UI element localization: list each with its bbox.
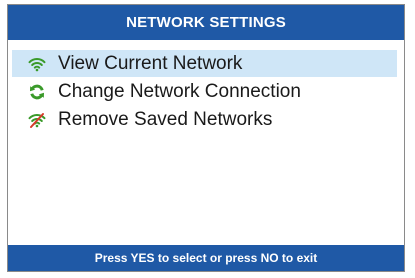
wifi-off-icon: [28, 111, 46, 129]
network-settings-screen: NETWORK SETTINGS View Current Network Ch…: [7, 4, 405, 272]
menu-item-view-current-network[interactable]: View Current Network: [12, 50, 397, 77]
menu-item-label: Change Network Connection: [58, 80, 301, 102]
refresh-icon: [28, 83, 46, 101]
footer-bar: Press YES to select or press NO to exit: [8, 245, 404, 271]
title-bar: NETWORK SETTINGS: [8, 5, 404, 40]
page-title: NETWORK SETTINGS: [126, 14, 286, 31]
wifi-icon: [28, 55, 46, 73]
footer-hint: Press YES to select or press NO to exit: [94, 251, 318, 265]
menu-item-remove-saved-networks[interactable]: Remove Saved Networks: [12, 106, 397, 133]
menu-item-change-network-connection[interactable]: Change Network Connection: [12, 78, 397, 105]
menu-item-label: View Current Network: [58, 52, 243, 74]
menu-item-label: Remove Saved Networks: [58, 108, 273, 130]
menu-list: View Current Network Change Network Conn…: [8, 50, 404, 134]
